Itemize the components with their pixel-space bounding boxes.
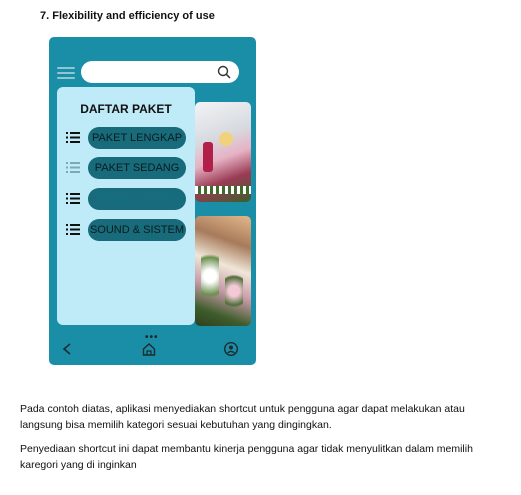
- list-icon: [66, 193, 80, 204]
- paragraph-2: Penyediaan shortcut ini dapat membantu k…: [20, 443, 473, 471]
- hamburger-icon[interactable]: [57, 67, 75, 79]
- menu-item-label[interactable]: PAKET LENGKAP: [88, 127, 186, 149]
- section-heading: 7. Flexibility and efficiency of use: [40, 10, 215, 22]
- decoration-photo-1: [195, 102, 251, 202]
- home-icon[interactable]: [141, 341, 157, 357]
- bottom-nav: [49, 337, 256, 365]
- side-drawer: DAFTAR PAKET PAKET LENGKAP PAKET SEDANG …: [57, 87, 195, 325]
- drawer-title: DAFTAR PAKET: [80, 102, 172, 116]
- menu-item-tenda-kursi[interactable]: TENDA & KURSI: [57, 188, 195, 210]
- paragraph-1: Pada contoh diatas, aplikasi menyediakan…: [20, 403, 465, 431]
- menu-item-sound-sistem[interactable]: SOUND & SISTEM: [57, 219, 195, 241]
- menu-item-label[interactable]: PAKET SEDANG: [88, 157, 186, 179]
- list-icon: [66, 224, 80, 235]
- menu-item-paket-sedang[interactable]: PAKET SEDANG: [57, 157, 195, 179]
- list-icon: [66, 162, 80, 173]
- menu-item-label[interactable]: SOUND & SISTEM: [88, 219, 186, 241]
- menu-item-label[interactable]: TENDA & KURSI: [88, 188, 186, 210]
- back-icon[interactable]: [59, 341, 75, 357]
- search-input[interactable]: [81, 61, 239, 83]
- list-icon: [66, 132, 80, 143]
- menu-item-paket-lengkap[interactable]: PAKET LENGKAP: [57, 127, 195, 149]
- decoration-photo-2: [195, 216, 251, 326]
- search-icon[interactable]: [217, 65, 231, 79]
- profile-icon[interactable]: [223, 341, 239, 357]
